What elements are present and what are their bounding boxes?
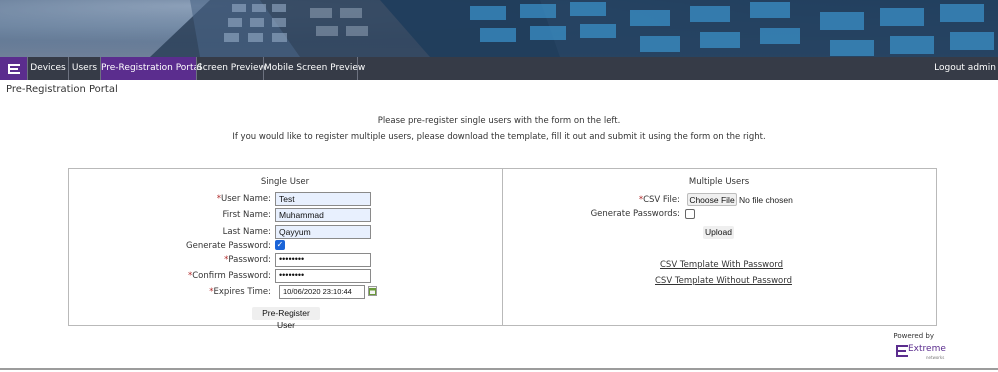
footer-rule [0,368,998,370]
password-label: *Password: [224,255,271,265]
user-name-input[interactable]: Test [275,192,371,206]
confirm-password-input[interactable]: •••••••• [275,269,371,283]
upload-button[interactable]: Upload [703,226,734,239]
choose-file-button[interactable]: Choose File [687,193,737,206]
generate-passwords-label: Generate Passwords: [590,209,680,219]
panel-divider [502,168,503,325]
csv-file-label: *CSV File: [638,195,680,205]
extreme-networks-logo: Extreme networks [896,344,956,362]
page-title: Pre-Registration Portal [6,84,118,95]
intro-line-1: Please pre-register single users with th… [377,116,621,126]
csv-template-with-password-link[interactable]: CSV Template With Password [660,260,783,270]
calendar-icon[interactable] [368,286,377,296]
single-user-title: Single User [260,177,310,187]
generate-passwords-checkbox[interactable] [685,209,695,219]
generate-password-label: Generate Password: [186,241,271,251]
nav-bar: Devices Users Pre-Registration Portal Sc… [0,57,998,80]
nav-screen-preview[interactable]: Screen Preview [196,57,266,80]
extreme-logo-icon [7,63,20,74]
first-name-label: First Name: [222,210,271,220]
intro-line-2: If you would like to register multiple u… [232,132,766,142]
password-input[interactable]: •••••••• [275,253,371,267]
csv-template-without-password-link[interactable]: CSV Template Without Password [655,276,792,286]
nav-devices[interactable]: Devices [27,57,68,80]
brand-name: Extreme [908,344,946,354]
header-banner [0,0,998,57]
last-name-label: Last Name: [222,227,271,237]
last-name-input[interactable]: Qayyum [275,225,371,239]
generate-password-checkbox[interactable]: ✓ [275,240,285,250]
nav-users[interactable]: Users [68,57,100,80]
user-name-label: *User Name: [216,194,271,204]
checkmark-icon: ✓ [276,240,284,249]
confirm-password-label: *Confirm Password: [187,271,271,281]
pre-register-user-button[interactable]: Pre-Register User [252,307,320,330]
building-image [150,0,998,57]
no-file-chosen-text: No file chosen [739,195,793,205]
first-name-input[interactable]: Muhammad [275,208,371,222]
extreme-brand-icon [896,345,908,357]
powered-by-text: Powered by [893,332,934,340]
expires-time-label: *Expires Time: [209,287,271,297]
nav-pre-registration-portal[interactable]: Pre-Registration Portal [100,57,202,80]
expires-time-input[interactable]: 10/06/2020 23:10:44 [279,285,365,299]
multiple-users-title: Multiple Users [688,177,750,187]
brand-sub: networks [926,355,945,360]
nav-mobile-screen-preview[interactable]: Mobile Screen Preview [263,57,365,80]
home-logo-button[interactable] [0,57,27,80]
logout-link[interactable]: Logout admin [934,57,996,80]
